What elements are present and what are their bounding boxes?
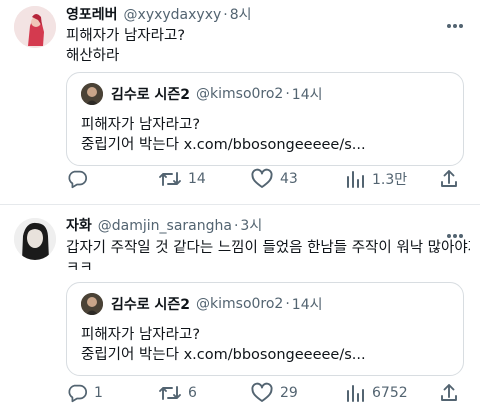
like-button[interactable]: 29 [250, 382, 298, 404]
tweet-text-line: 갑자기 주작일 것 같다는 느낌이 들었음 한남들 주작이 워낙 많아야지 [66, 240, 470, 256]
retweet-count: 6 [188, 385, 197, 401]
quoted-timestamp: 14시 [291, 297, 323, 313]
timestamp[interactable]: 3시 [240, 215, 262, 235]
separator-dot: · [233, 218, 239, 234]
quoted-text-line: 피해자가 남자라고? [81, 117, 201, 133]
more-icon[interactable] [446, 14, 464, 28]
quoted-user-handle: @kimso0ro2 [196, 296, 284, 312]
separator-dot: · [285, 296, 290, 312]
tweet-text-line: 해산하라 [66, 48, 120, 64]
separator-dot: · [223, 7, 228, 23]
quoted-display-name: 김수로 시즌2 [111, 297, 191, 313]
reply-icon [68, 170, 88, 189]
reply-icon [68, 384, 88, 403]
quoted-timestamp: 14시 [291, 87, 323, 103]
retweet-button[interactable]: 6 [158, 382, 197, 404]
retweet-count: 14 [188, 171, 206, 187]
quoted-text-line: 피해자가 남자라고? [81, 327, 201, 343]
retweet-button[interactable]: 14 [158, 168, 206, 190]
views-icon [347, 171, 364, 188]
quoted-tweet-header: 김수로 시즌2 @kimso0ro2 · 14시 [81, 83, 323, 105]
heart-icon [251, 382, 273, 402]
separator-dot: · [285, 86, 290, 102]
action-bar: 14 43 1.3만 [66, 168, 466, 192]
views-button[interactable]: 1.3만 [344, 168, 407, 190]
views-button[interactable]: 6752 [344, 382, 408, 404]
avatar[interactable] [14, 218, 56, 260]
tweet[interactable]: 자화 @damjin_sarangha · 3시 갑자기 주작일 것 같다는 느… [0, 204, 480, 408]
tweet-text: 피해자가 남자라고? 해산하라 [66, 26, 470, 66]
retweet-icon [159, 386, 181, 400]
like-count: 29 [280, 385, 298, 401]
views-count: 6752 [372, 385, 408, 401]
user-handle[interactable]: @damjin_sarangha [98, 218, 232, 234]
avatar[interactable] [14, 6, 56, 48]
quoted-tweet-text: 피해자가 남자라고? 중립기어 박는다 x.com/bbosongeeeee/s… [81, 115, 366, 155]
views-count: 1.3만 [372, 172, 408, 188]
retweet-icon [159, 172, 181, 186]
quoted-user-handle: @kimso0ro2 [196, 86, 284, 102]
display-name[interactable]: 영포레버 [66, 4, 118, 24]
reply-button[interactable]: 1 [66, 382, 103, 404]
tweet-header: 영포레버 @xyxydaxyxy · 8시 [66, 4, 252, 24]
tweet[interactable]: 영포레버 @xyxydaxyxy · 8시 피해자가 남자라고? 해산하라 김수… [0, 0, 480, 204]
tweet-text: 갑자기 주작일 것 같다는 느낌이 들었음 한남들 주작이 워낙 많아야지 ㅋㅋ [66, 238, 470, 278]
user-handle[interactable]: @xyxydaxyxy [124, 7, 222, 23]
quoted-avatar [81, 83, 103, 105]
quoted-tweet[interactable]: 김수로 시즌2 @kimso0ro2 · 14시 피해자가 남자라고? 중립기어… [66, 72, 464, 166]
heart-icon [251, 168, 273, 188]
quoted-tweet-header: 김수로 시즌2 @kimso0ro2 · 14시 [81, 293, 323, 315]
share-icon [441, 170, 457, 187]
tweet-header: 자화 @damjin_sarangha · 3시 [66, 215, 262, 235]
tweet-text-line: 피해자가 남자라고? [66, 28, 186, 44]
display-name[interactable]: 자화 [66, 215, 92, 235]
quoted-tweet-text: 피해자가 남자라고? 중립기어 박는다 x.com/bbosongeeeee/s… [81, 325, 366, 365]
share-icon [441, 384, 457, 401]
more-icon[interactable] [446, 224, 464, 238]
share-button[interactable] [438, 168, 460, 190]
tweet-text-line: ㅋㅋ [66, 260, 93, 276]
timestamp[interactable]: 8시 [230, 4, 252, 24]
quoted-tweet[interactable]: 김수로 시즌2 @kimso0ro2 · 14시 피해자가 남자라고? 중립기어… [66, 282, 464, 376]
reply-button[interactable] [66, 168, 94, 190]
quoted-avatar [81, 293, 103, 315]
reply-count: 1 [94, 385, 103, 401]
like-button[interactable]: 43 [250, 168, 298, 190]
views-icon [347, 385, 364, 402]
like-count: 43 [280, 171, 298, 187]
share-button[interactable] [438, 382, 460, 404]
action-bar: 1 6 29 6752 [66, 382, 466, 406]
quoted-display-name: 김수로 시즌2 [111, 87, 191, 103]
quoted-text-line: 중립기어 박는다 x.com/bbosongeeeee/s... [81, 347, 366, 363]
quoted-text-line: 중립기어 박는다 x.com/bbosongeeeee/s... [81, 137, 366, 153]
